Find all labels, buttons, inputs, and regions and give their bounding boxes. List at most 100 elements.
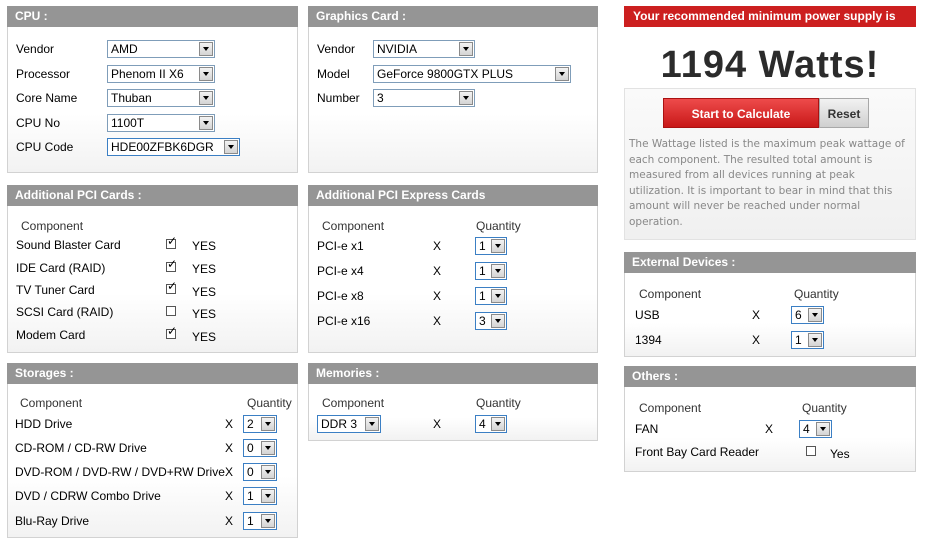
cpu-core-select[interactable]: Thuban	[107, 89, 215, 107]
pcie-x-label: X	[433, 314, 442, 328]
storage-qty-value: 0	[247, 465, 254, 479]
storage-x-label: X	[225, 417, 234, 431]
pci-yes-label: YES	[192, 285, 217, 299]
memory-qty-select[interactable]: 4	[475, 415, 507, 433]
chevron-down-icon[interactable]	[199, 42, 213, 56]
external-qty-value: 1	[795, 333, 802, 347]
memories-title: Memories :	[308, 363, 598, 384]
gpu-number-select[interactable]: 3	[373, 89, 475, 107]
memories-component-header: Component	[322, 396, 385, 410]
pcie-item-label: PCI-e x8	[317, 289, 364, 303]
pci-checkbox[interactable]: ✓	[166, 235, 177, 249]
storages-panel: Storages : Component Quantity HDD Drive …	[7, 363, 298, 538]
card-reader-checkbox[interactable]	[806, 446, 816, 456]
chevron-down-icon[interactable]	[261, 441, 275, 455]
chevron-down-icon[interactable]	[261, 465, 275, 479]
pci-item-label: SCSI Card (RAID)	[16, 305, 114, 319]
storages-title: Storages :	[7, 363, 298, 384]
storages-quantity-header: Quantity	[247, 396, 292, 410]
pcie-qty-select[interactable]: 3	[475, 312, 507, 330]
others-title: Others :	[624, 366, 916, 387]
pcie-qty-select[interactable]: 1	[475, 262, 507, 280]
pci-cards-panel: Additional PCI Cards : Component Sound B…	[7, 185, 298, 353]
cpu-core-value: Thuban	[111, 91, 152, 105]
pci-checkbox[interactable]: ✓	[166, 325, 177, 339]
chevron-down-icon[interactable]	[261, 514, 275, 528]
chevron-down-icon[interactable]	[491, 417, 505, 431]
external-qty-select[interactable]: 1	[791, 331, 824, 349]
pcie-qty-value: 1	[479, 239, 486, 253]
others-quantity-header: Quantity	[802, 401, 847, 415]
chevron-down-icon[interactable]	[555, 67, 569, 81]
fan-qty-value: 4	[803, 422, 810, 436]
chevron-down-icon[interactable]	[261, 417, 275, 431]
pci-checkbox[interactable]	[166, 306, 176, 316]
pci-express-panel: Additional PCI Express Cards Component Q…	[308, 185, 598, 353]
storage-x-label: X	[225, 441, 234, 455]
reset-button[interactable]: Reset	[819, 98, 869, 128]
chevron-down-icon[interactable]	[365, 417, 379, 431]
pcie-component-header: Component	[322, 219, 385, 233]
storage-qty-value: 1	[247, 514, 254, 528]
chevron-down-icon[interactable]	[199, 116, 213, 130]
cpu-number-value: 1100T	[111, 116, 145, 130]
gpu-vendor-select[interactable]: NVIDIA	[373, 40, 475, 58]
pcie-x-label: X	[433, 264, 442, 278]
storage-qty-select[interactable]: 0	[243, 439, 277, 457]
pcie-qty-select[interactable]: 1	[475, 237, 507, 255]
cpu-number-select[interactable]: 1100T	[107, 114, 215, 132]
storage-qty-select[interactable]: 2	[243, 415, 277, 433]
pci-checkbox[interactable]: ✓	[166, 258, 177, 272]
pcie-x-label: X	[433, 289, 442, 303]
chevron-down-icon[interactable]	[199, 91, 213, 105]
chevron-down-icon[interactable]	[491, 239, 505, 253]
storage-item-label: Blu-Ray Drive	[15, 514, 90, 528]
chevron-down-icon[interactable]	[491, 289, 505, 303]
gpu-number-label: Number	[317, 91, 360, 105]
cpu-vendor-select[interactable]: AMD	[107, 40, 215, 58]
pcie-qty-select[interactable]: 1	[475, 287, 507, 305]
graphics-panel-title: Graphics Card :	[308, 6, 598, 27]
gpu-model-select[interactable]: GeForce 9800GTX PLUS	[373, 65, 571, 83]
watts-result: 1194 Watts!	[660, 44, 880, 86]
external-qty-value: 6	[795, 308, 802, 322]
cpu-processor-label: Processor	[16, 67, 71, 81]
start-calculate-button[interactable]: Start to Calculate	[663, 98, 819, 128]
chevron-down-icon[interactable]	[261, 489, 275, 503]
storages-body: Component Quantity HDD Drive X 2 CD-ROM …	[7, 384, 298, 538]
fan-qty-select[interactable]: 4	[799, 420, 832, 438]
power-supply-header: Your recommended minimum power supply is	[624, 6, 916, 27]
pci-checkbox[interactable]: ✓	[166, 280, 177, 294]
storage-qty-select[interactable]: 0	[243, 463, 277, 481]
storage-qty-value: 0	[247, 441, 254, 455]
pci-item-label: Sound Blaster Card	[16, 238, 121, 252]
graphics-panel: Graphics Card : Vendor NVIDIA Model GeFo…	[308, 6, 598, 173]
storage-x-label: X	[225, 465, 234, 479]
cpu-code-select[interactable]: HDE00ZFBK6DGR	[107, 138, 240, 156]
memory-type-select[interactable]: DDR 3	[317, 415, 381, 433]
chevron-down-icon[interactable]	[224, 140, 238, 154]
storage-item-label: DVD / CDRW Combo Drive	[15, 489, 161, 503]
storage-qty-select[interactable]: 1	[243, 487, 277, 505]
check-icon: ✓	[167, 279, 178, 293]
chevron-down-icon[interactable]	[491, 264, 505, 278]
chevron-down-icon[interactable]	[808, 333, 822, 347]
cpu-processor-select[interactable]: Phenom II X6	[107, 65, 215, 83]
chevron-down-icon[interactable]	[808, 308, 822, 322]
storage-qty-select[interactable]: 1	[243, 512, 277, 530]
chevron-down-icon[interactable]	[199, 67, 213, 81]
external-quantity-header: Quantity	[794, 287, 839, 301]
chevron-down-icon[interactable]	[459, 42, 473, 56]
pcie-x-label: X	[433, 239, 442, 253]
external-qty-select[interactable]: 6	[791, 306, 824, 324]
chevron-down-icon[interactable]	[459, 91, 473, 105]
cpu-panel: CPU : Vendor AMD Processor Phenom II X6 …	[7, 6, 298, 173]
chevron-down-icon[interactable]	[816, 422, 830, 436]
chevron-down-icon[interactable]	[491, 314, 505, 328]
pci-item-label: Modem Card	[16, 328, 86, 342]
cpu-number-label: CPU No	[16, 116, 61, 130]
pcie-item-label: PCI-e x1	[317, 239, 364, 253]
memory-qty-value: 4	[479, 417, 486, 431]
storage-qty-value: 2	[247, 417, 254, 431]
pci-express-title: Additional PCI Express Cards	[308, 185, 598, 206]
